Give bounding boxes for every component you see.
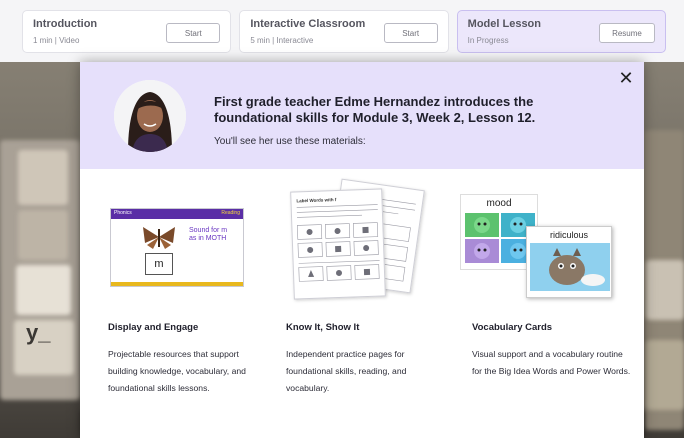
vocab-word: mood: [486, 198, 512, 209]
teacher-avatar: [114, 80, 186, 152]
modal-header: First grade teacher Edme Hernandez intro…: [80, 62, 644, 169]
material-title: Display and Engage: [108, 322, 199, 333]
worksheet-thumbnail: Label Words with f: [286, 178, 456, 302]
vocab-card-ridiculous: ridiculous: [526, 226, 612, 298]
start-button[interactable]: Start: [383, 23, 438, 43]
thumbnail-note: as in MOTH: [189, 235, 227, 242]
material-display-and-engage: Phonics Reading Sound for m as in MOTH m…: [108, 182, 278, 393]
thumbnail-left-tag: Phonics: [114, 210, 132, 216]
thumbnail-right-tag: Reading: [221, 210, 240, 216]
thumbnail-note: Sound for m: [189, 227, 228, 234]
background-letter: y_: [26, 320, 51, 345]
materials-list: Phonics Reading Sound for m as in MOTH m…: [80, 178, 644, 438]
module-card-interactive-classroom[interactable]: Interactive Classroom 5 min | Interactiv…: [239, 10, 449, 53]
material-title: Know It, Show It: [286, 322, 360, 333]
modal-subheading: You'll see her use these materials:: [214, 136, 366, 147]
materials-modal: First grade teacher Edme Hernandez intro…: [80, 62, 644, 438]
material-know-it-show-it: Label Words with f Know It, Show It Inde…: [286, 178, 456, 393]
start-button[interactable]: Start: [166, 23, 221, 43]
material-title: Vocabulary Cards: [472, 322, 553, 333]
moth-icon: [143, 227, 175, 249]
thumbnail-letter: m: [145, 253, 173, 275]
close-icon[interactable]: ✕: [618, 69, 634, 87]
material-description: Visual support and a vocabulary routine …: [472, 349, 631, 376]
module-strip: Introduction 1 min | Video Start Interac…: [0, 0, 684, 62]
material-description: Independent practice pages for foundatio…: [286, 349, 407, 393]
resume-button[interactable]: Resume: [598, 23, 655, 43]
material-description: Projectable resources that support build…: [108, 349, 246, 393]
vocab-word: ridiculous: [549, 230, 589, 240]
worksheet-page-front: Label Words with f: [290, 188, 386, 300]
material-vocabulary-cards: mood ridiculous Vocabulary Cards Visual …: [460, 182, 642, 376]
vocabulary-cards-thumbnail: mood ridiculous: [460, 182, 642, 302]
module-card-introduction[interactable]: Introduction 1 min | Video Start: [22, 10, 232, 53]
modal-heading: First grade teacher Edme Hernandez intro…: [214, 94, 536, 125]
display-and-engage-thumbnail: Phonics Reading Sound for m as in MOTH m: [108, 182, 278, 302]
module-card-model-lesson[interactable]: Model Lesson In Progress Resume: [456, 10, 666, 53]
